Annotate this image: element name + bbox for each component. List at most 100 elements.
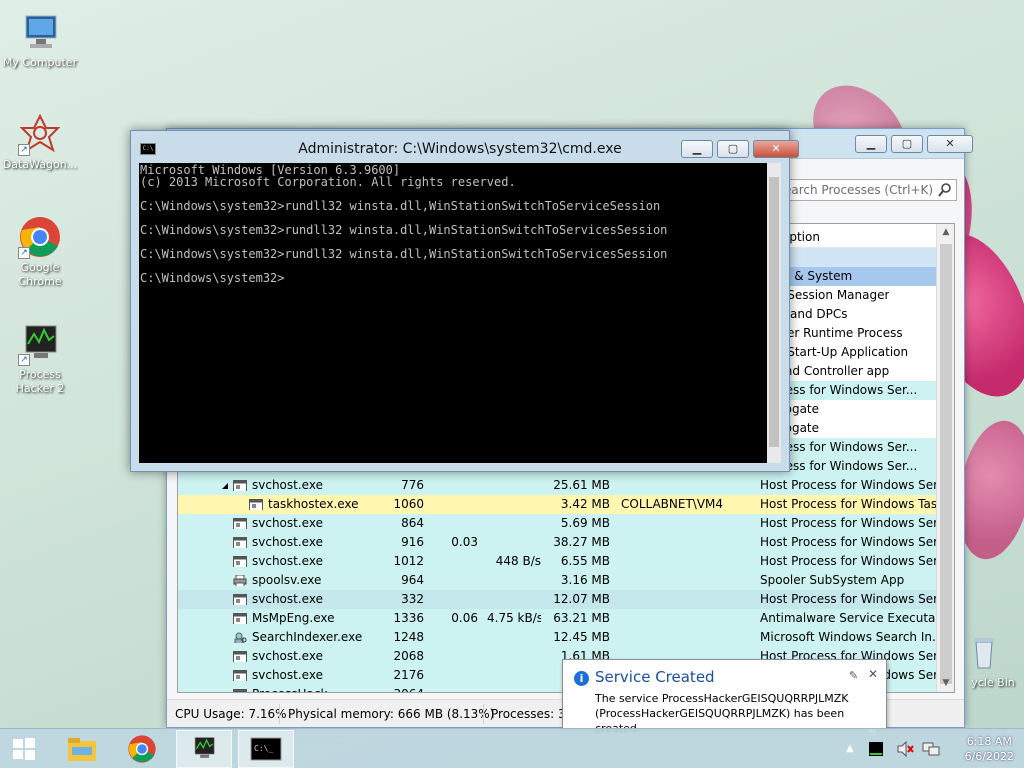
minimize-button[interactable]: ▁ — [681, 140, 713, 158]
console-line: C:\Windows\system32> — [140, 271, 285, 285]
process-memory: 5.69 MB — [560, 516, 610, 530]
table-row[interactable]: spoolsv.exe 964 3.16 MB Spooler SubSystem A… — [178, 571, 936, 590]
process-name: svchost.exe — [252, 535, 323, 549]
desktop-icon-google-chrome[interactable]: ↗ Google Chrome — [0, 215, 80, 289]
clock-date: 6/6/2022 — [964, 750, 1014, 763]
taskbar-process-hacker[interactable] — [176, 730, 232, 768]
volume-muted-icon[interactable] — [896, 740, 914, 758]
process-pid: 2068 — [393, 649, 424, 663]
process-window-icon — [233, 479, 247, 491]
process-window-icon — [233, 612, 247, 624]
process-pid: 864 — [401, 516, 424, 530]
process-description: Host Process for Windows Ser... — [760, 535, 949, 549]
desktop-icon-my-computer[interactable]: My Computer — [0, 10, 80, 70]
tree-expander-icon[interactable]: ◢ — [222, 476, 228, 495]
process-name: ProcessHack... — [252, 685, 339, 692]
process-memory: 6.55 MB — [560, 554, 610, 568]
process-window-icon — [233, 517, 247, 529]
maximize-button[interactable]: ▢ — [891, 135, 923, 153]
info-icon: i — [574, 671, 589, 686]
process-hacker-icon — [194, 737, 215, 758]
table-row[interactable]: SearchIndexer.exe 1248 12.45 MB Microsoft W… — [178, 628, 943, 647]
process-window-icon — [233, 669, 247, 681]
minimize-button[interactable]: ▁ — [855, 135, 887, 153]
process-pid: 332 — [401, 592, 424, 606]
cmd-console-area[interactable]: Microsoft Windows [Version 6.3.9600] (c) … — [139, 163, 781, 463]
process-cpu: 0.06 — [451, 611, 478, 625]
start-button[interactable] — [0, 730, 48, 768]
process-memory: 63.21 MB — [553, 611, 610, 625]
process-memory: 3.16 MB — [560, 573, 610, 587]
process-pid: 916 — [401, 535, 424, 549]
cpu-usage-status: CPU Usage: 7.16% — [175, 707, 287, 721]
column-header-description[interactable]: iption — [786, 230, 820, 244]
process-name: svchost.exe — [252, 478, 323, 492]
taskbar-file-explorer[interactable] — [54, 730, 110, 768]
cmd-scrollbar[interactable] — [767, 163, 781, 463]
process-pid: 1336 — [393, 611, 424, 625]
cmd-window[interactable]: C:\ Administrator: C:\Windows\system32\c… — [130, 130, 799, 472]
shortcut-arrow-icon: ↗ — [18, 247, 30, 259]
process-pid: 2176 — [393, 668, 424, 682]
processes-count-status: Processes: 37 — [491, 707, 574, 721]
scroll-down-arrow-icon[interactable]: ▼ — [937, 675, 954, 692]
taskbar-clock[interactable]: 6:18 AM 6/6/2022 — [965, 734, 1014, 764]
console-line: C:\Windows\system32>rundll32 winsta.dll,… — [140, 247, 668, 261]
close-button[interactable]: ✕ — [753, 140, 799, 158]
console-line: (c) 2013 Microsoft Corporation. All righ… — [140, 175, 516, 189]
scroll-up-arrow-icon[interactable]: ▲ — [937, 224, 954, 241]
taskbar-command-prompt[interactable]: C:\_ — [238, 730, 294, 768]
physical-memory-status: Physical memory: 666 MB (8.13%) — [288, 707, 495, 721]
process-memory: 38.27 MB — [553, 535, 610, 549]
scrollbar-thumb[interactable] — [940, 244, 952, 684]
process-name: svchost.exe — [252, 554, 323, 568]
cmd-scrollbar-thumb[interactable] — [769, 177, 779, 447]
service-created-notification[interactable]: i Service Created ✎ ✕ The service Proces… — [562, 659, 887, 740]
search-input[interactable]: earch Processes (Ctrl+K) — [779, 179, 957, 201]
process-description: Antimalware Service Executable — [760, 611, 954, 625]
process-pid: 1248 — [393, 630, 424, 644]
table-row[interactable]: svchost.exe 1012 448 B/s 6.55 MB Host Proces… — [178, 552, 948, 571]
network-icon[interactable] — [922, 741, 940, 757]
table-row[interactable]: MsMpEng.exe 1336 0.06 4.75 kB/s 63.21 MB Anti… — [178, 609, 954, 628]
process-description: Host Process for Windows Ser... — [760, 554, 949, 568]
process-hacker-tray-icon[interactable] — [868, 741, 884, 757]
process-cpu: 0.03 — [451, 535, 478, 549]
process-memory: 3.42 MB — [560, 497, 610, 511]
desktop-icon-process-hacker[interactable]: ↗ Process Hacker 2 — [0, 322, 80, 396]
cmd-icon: C:\_ — [250, 737, 282, 761]
table-row[interactable]: svchost.exe 332 12.07 MB Host Process for W… — [178, 590, 948, 609]
show-hidden-icons-chevron-icon[interactable]: ▲ — [846, 743, 862, 759]
process-description: Spooler SubSystem App — [760, 573, 905, 587]
process-name: taskhostex.exe — [268, 497, 359, 511]
desktop-icon-datawagon[interactable]: ↗ DataWagon... — [0, 112, 80, 172]
cmd-console-output[interactable]: Microsoft Windows [Version 6.3.9600] (c) … — [140, 163, 768, 463]
process-hacker-window-controls: ▁ ▢ ✕ — [855, 135, 973, 153]
table-row[interactable]: taskhostex.exe 1060 3.42 MB COLLABNET\VM4 Ho… — [178, 495, 949, 514]
process-name: MsMpEng.exe — [252, 611, 335, 625]
process-window-icon — [233, 688, 247, 692]
close-icon[interactable]: ✕ — [868, 667, 878, 681]
table-row[interactable]: ◢ svchost.exe 776 25.61 MB Host Process for … — [178, 476, 948, 495]
recycle-bin-icon — [962, 630, 1006, 674]
svg-text:C:\_: C:\_ — [254, 744, 273, 753]
console-line: C:\Windows\system32>rundll32 winsta.dll,… — [140, 199, 661, 213]
maximize-button[interactable]: ▢ — [717, 140, 749, 158]
search-icon[interactable] — [937, 182, 953, 198]
taskbar-google-chrome[interactable] — [114, 730, 170, 768]
close-button[interactable]: ✕ — [927, 135, 973, 153]
process-hacker-icon: ↗ — [18, 322, 62, 366]
clock-time: 6:18 AM — [966, 735, 1012, 748]
table-row[interactable]: svchost.exe 916 0.03 38.27 MB Host Process f… — [178, 533, 948, 552]
process-memory: 12.45 MB — [553, 630, 610, 644]
process-window-icon — [233, 536, 247, 548]
status-separator — [483, 704, 484, 724]
process-list-scrollbar[interactable]: ▲ ▼ — [936, 224, 954, 692]
shortcut-arrow-icon: ↗ — [18, 354, 30, 366]
process-pid: 1060 — [393, 497, 424, 511]
process-description: Host Process for Windows Tas... — [760, 497, 949, 511]
table-row[interactable]: svchost.exe 864 5.69 MB Host Process for Wi… — [178, 514, 948, 533]
pin-icon[interactable]: ✎ — [849, 669, 858, 682]
process-name: svchost.exe — [252, 516, 323, 530]
process-name: svchost.exe — [252, 592, 323, 606]
